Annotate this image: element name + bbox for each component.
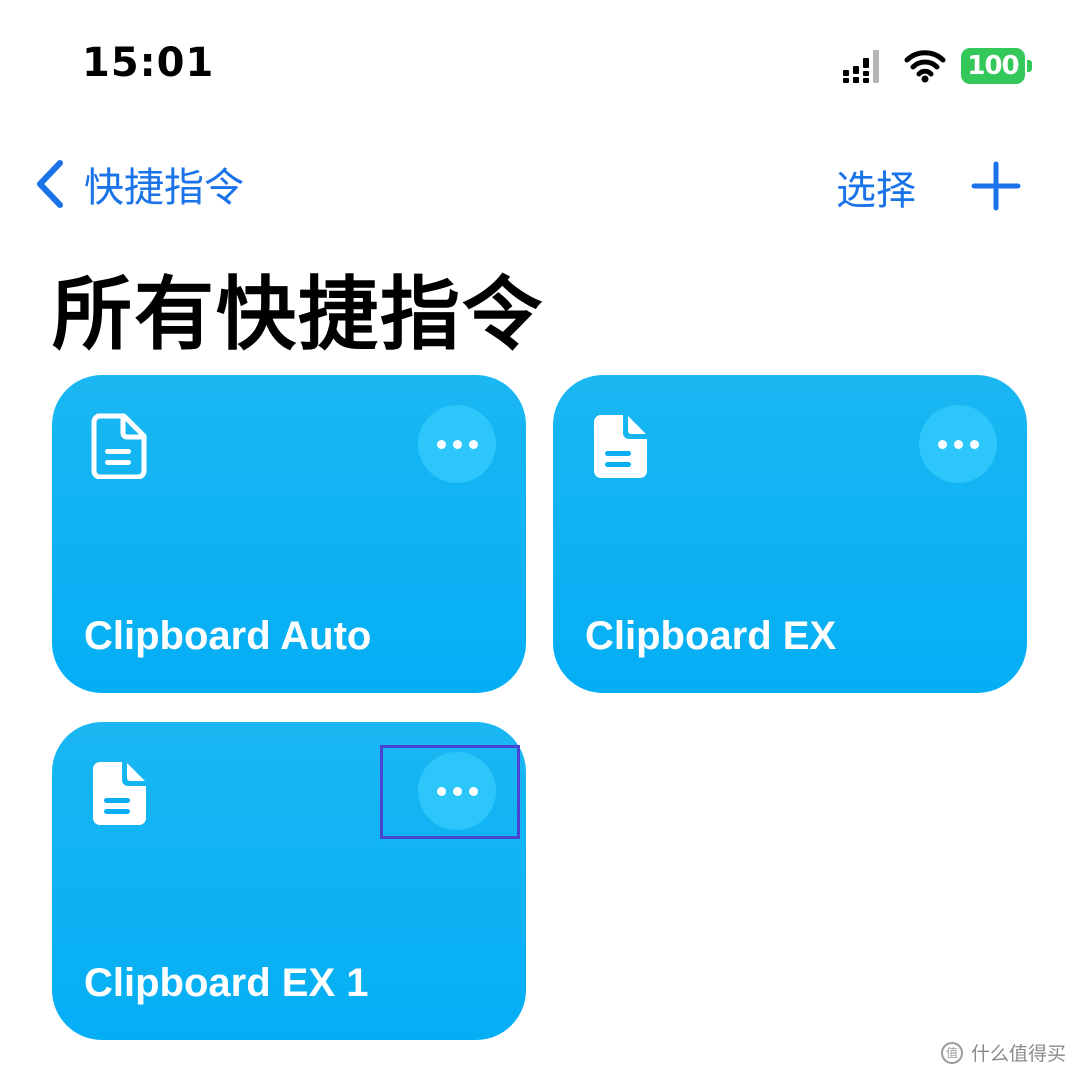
shortcut-title: Clipboard EX (585, 614, 837, 658)
status-icons: 100 (841, 46, 1032, 86)
select-button[interactable]: 选择 (836, 158, 916, 216)
highlight-box (380, 745, 520, 839)
signal-icon (843, 50, 879, 83)
document-outline-icon (91, 413, 147, 479)
page-title: 所有快捷指令 (52, 268, 544, 361)
more-button[interactable] (418, 405, 496, 483)
more-dot (937, 439, 947, 449)
more-dot (468, 439, 478, 449)
status-time: 15:01 (82, 40, 215, 86)
plus-icon[interactable] (968, 158, 1024, 214)
more-dot (969, 439, 979, 449)
more-dot (953, 439, 963, 449)
battery-cap (1027, 60, 1032, 72)
document-icon (93, 762, 146, 825)
shortcuts-screen: 15:01 100 快捷指令 选择 所有快捷指令 Clipboard Auto … (0, 0, 1080, 1080)
more-dot (452, 439, 462, 449)
more-dot (436, 439, 446, 449)
wifi-icon (904, 50, 946, 83)
battery-level: 100 (961, 48, 1025, 84)
watermark: 值 什么值得买 (940, 1039, 1066, 1066)
watermark-logo-icon: 值 (940, 1041, 963, 1064)
back-button-label: 快捷指令 (84, 165, 244, 211)
shortcut-title: Clipboard Auto (84, 614, 372, 658)
document-icon (594, 415, 647, 478)
chevron-left-icon (37, 160, 63, 208)
shortcut-card-clipboard-ex[interactable]: Clipboard EX (553, 375, 1027, 693)
watermark-text: 什么值得买 (970, 1043, 1066, 1065)
back-button[interactable]: 快捷指令 (34, 154, 244, 214)
more-button[interactable] (919, 405, 997, 483)
shortcut-title: Clipboard EX 1 (84, 961, 369, 1005)
shortcut-card-clipboard-auto[interactable]: Clipboard Auto (52, 375, 526, 693)
battery-icon: 100 (961, 48, 1032, 84)
